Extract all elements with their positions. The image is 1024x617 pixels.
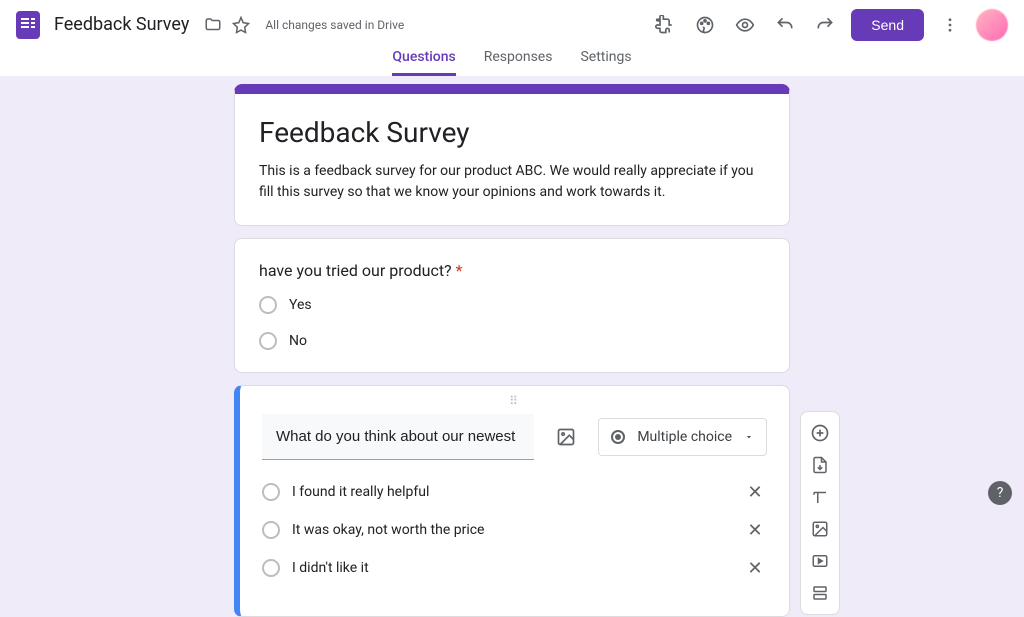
add-video-button[interactable] (804, 546, 836, 576)
question-1-title-text: have you tried our product? (259, 261, 452, 280)
remove-option-icon[interactable]: ✕ (743, 480, 767, 504)
radio-icon[interactable] (259, 296, 277, 314)
multiple-choice-icon (611, 430, 625, 444)
account-avatar[interactable] (976, 9, 1008, 41)
editing-option-row: It was okay, not worth the price ✕ (262, 518, 767, 542)
question-1-option-row[interactable]: No (259, 332, 765, 350)
form-title[interactable]: Feedback Survey (259, 116, 765, 149)
question-1-option-row[interactable]: Yes (259, 296, 765, 314)
form-tabs: Questions Responses Settings (0, 49, 1024, 76)
question-title-input[interactable] (262, 414, 534, 460)
question-card-2-editing[interactable]: ⠿ Multiple choice I found it (234, 385, 790, 617)
add-question-button[interactable] (804, 418, 836, 448)
redo-icon[interactable] (811, 11, 839, 39)
add-image-button[interactable] (804, 514, 836, 544)
google-forms-logo[interactable] (16, 11, 40, 39)
tab-responses[interactable]: Responses (484, 49, 553, 76)
option-label: No (289, 333, 307, 349)
question-edit-header-row: Multiple choice (262, 414, 767, 460)
question-1-title: have you tried our product? * (259, 261, 765, 280)
editing-option-row: I didn't like it ✕ (262, 556, 767, 580)
editing-option-row: I found it really helpful ✕ (262, 480, 767, 504)
question-title-input-wrap (262, 414, 534, 460)
form-description[interactable]: This is a feedback survey for our produc… (259, 161, 765, 203)
question-type-label: Multiple choice (637, 429, 732, 445)
remove-option-icon[interactable]: ✕ (743, 518, 767, 542)
tab-questions[interactable]: Questions (392, 49, 455, 76)
more-menu-icon[interactable] (936, 11, 964, 39)
required-indicator: * (456, 261, 463, 280)
form-header-card[interactable]: Feedback Survey This is a feedback surve… (234, 84, 790, 226)
form-canvas: Feedback Survey This is a feedback surve… (0, 76, 1024, 617)
tab-settings[interactable]: Settings (580, 49, 631, 76)
radio-icon[interactable] (259, 332, 277, 350)
help-button[interactable]: ? (988, 481, 1012, 505)
import-questions-button[interactable] (804, 450, 836, 480)
question-type-dropdown[interactable]: Multiple choice (598, 418, 767, 456)
move-to-folder-icon[interactable] (199, 11, 227, 39)
chevron-down-icon (744, 432, 754, 442)
question-card-1[interactable]: have you tried our product? * Yes No (234, 238, 790, 373)
undo-icon[interactable] (771, 11, 799, 39)
add-image-to-question-icon[interactable] (548, 419, 584, 455)
option-input[interactable]: It was okay, not worth the price (292, 518, 731, 542)
remove-option-icon[interactable]: ✕ (743, 556, 767, 580)
add-section-button[interactable] (804, 578, 836, 608)
addons-icon[interactable] (651, 11, 679, 39)
radio-icon (262, 521, 280, 539)
add-title-button[interactable] (804, 482, 836, 512)
app-header: Feedback Survey All changes saved in Dri… (0, 0, 1024, 49)
option-input[interactable]: I didn't like it (292, 556, 731, 580)
star-icon[interactable] (227, 11, 255, 39)
send-button[interactable]: Send (851, 9, 924, 41)
preview-icon[interactable] (731, 11, 759, 39)
header-actions: Send (651, 9, 1008, 41)
radio-icon (262, 559, 280, 577)
option-input[interactable]: I found it really helpful (292, 480, 731, 504)
document-title[interactable]: Feedback Survey (54, 14, 189, 35)
save-status: All changes saved in Drive (265, 18, 404, 32)
drag-handle-icon[interactable]: ⠿ (262, 394, 767, 404)
radio-icon (262, 483, 280, 501)
question-side-toolbar (800, 411, 840, 615)
option-label: Yes (289, 297, 312, 313)
customize-theme-icon[interactable] (691, 11, 719, 39)
